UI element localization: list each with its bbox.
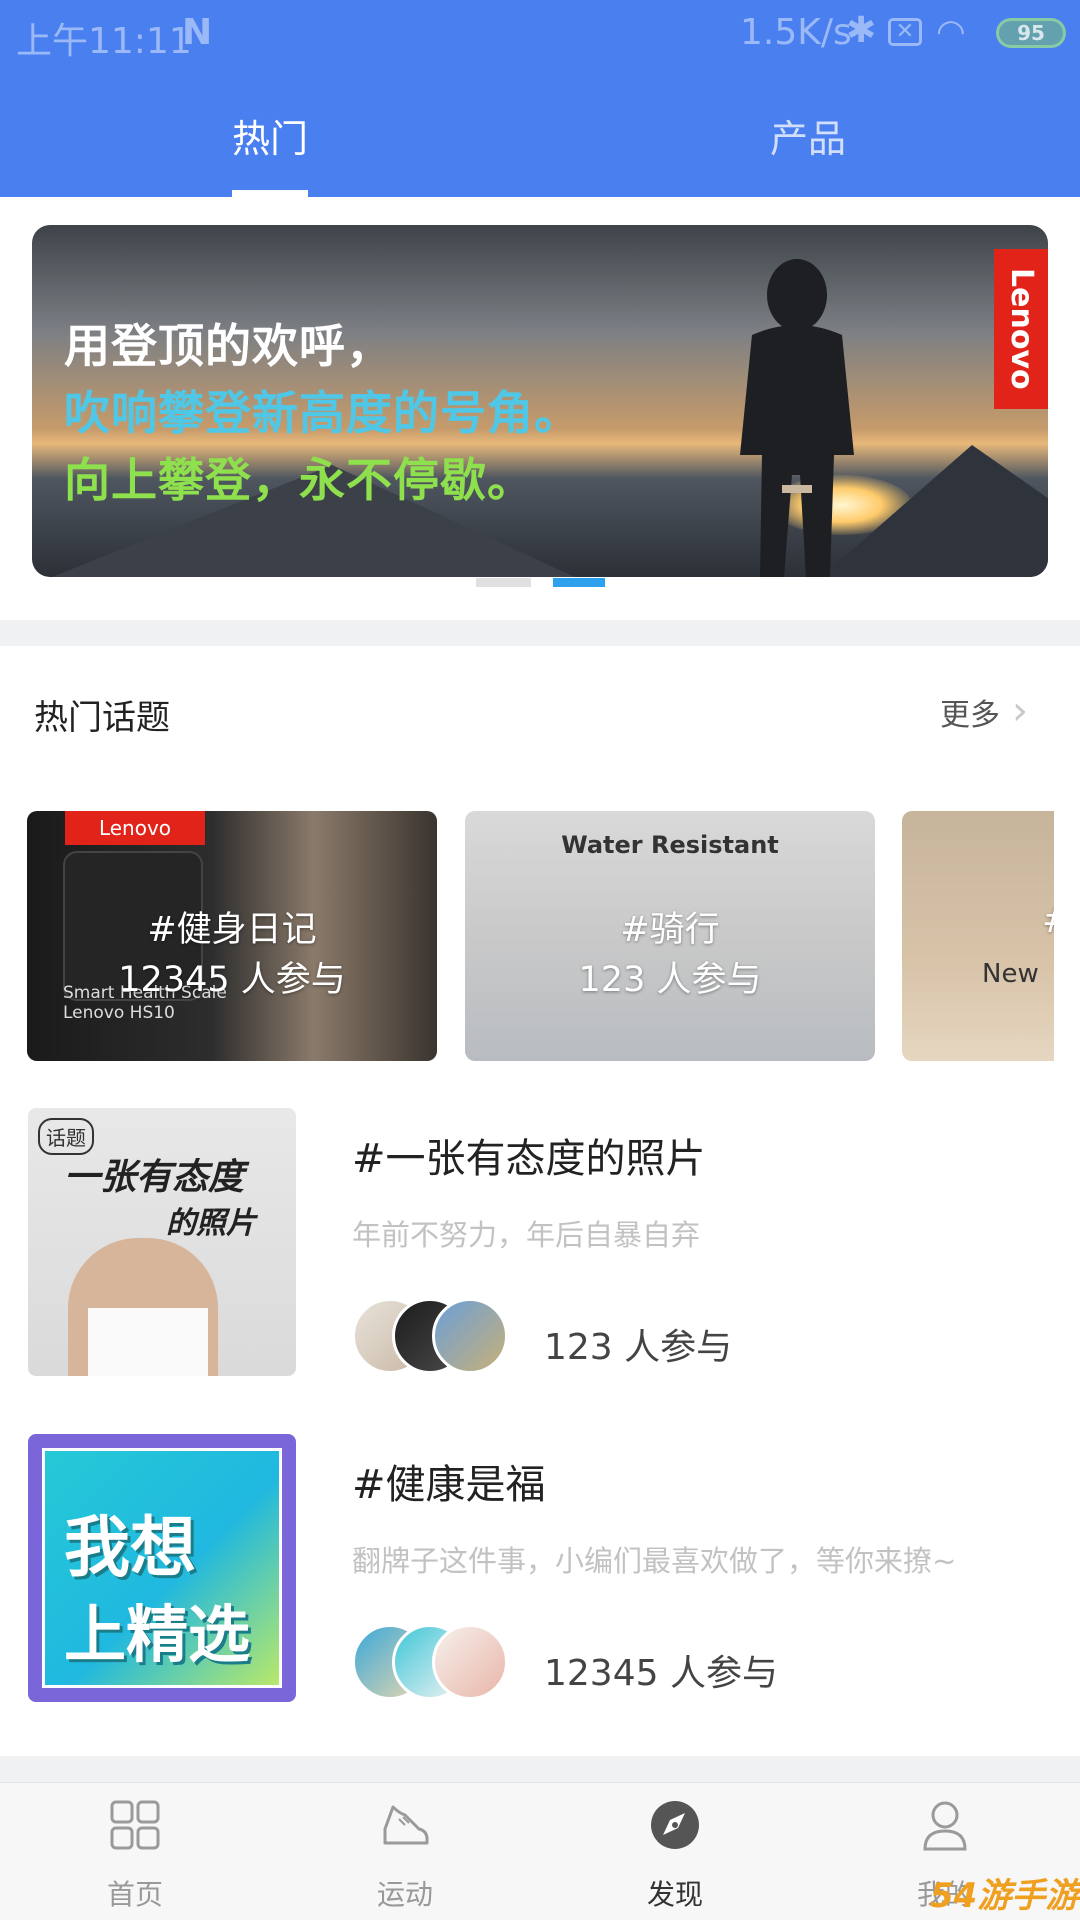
wifi-icon: ◠ (936, 12, 966, 52)
topic-card-fitness[interactable]: Lenovo Smart Health Scale Lenovo HS10 #健… (27, 811, 437, 1061)
topic-thumbnail[interactable]: 话题 一张有态度 的照片 (28, 1108, 296, 1376)
network-speed: 1.5K/s (740, 12, 852, 53)
lenovo-logo: Lenovo (65, 811, 205, 845)
lenovo-logo: Lenovo (994, 249, 1048, 409)
topic-description: 年前不努力，年后自暴自弃 (352, 1218, 701, 1252)
n-icon: N (182, 12, 213, 53)
chevron-right-icon[interactable]: › (1012, 688, 1028, 734)
topic-card-count: 123 人参与 (578, 960, 762, 1000)
banner-line-2: 吹响攀登新高度的号角。 (64, 386, 581, 440)
topic-card-cycling[interactable]: Water Resistant #骑行 123 人参与 (465, 811, 875, 1061)
nav-label: 运动 (376, 1878, 433, 1911)
compass-icon (651, 1801, 699, 1849)
topic-card-title: #骑行 (620, 910, 720, 950)
site-watermark: 54游手游网 (930, 1876, 1080, 1916)
nav-label: 发现 (646, 1878, 703, 1911)
thumb-text: 的照片 (166, 1206, 256, 1241)
topic-thumbnail[interactable]: 我想 上精选 (28, 1434, 296, 1702)
topic-card-count: 12345 人参与 (118, 960, 346, 1000)
avatar (432, 1624, 508, 1700)
app-header: 上午11:11 N 1.5K/s ✱ ✕ ◠ 95 热门 产品 (0, 0, 1080, 197)
battery-icon: 95 (996, 18, 1066, 48)
topic-card-title: #健身日记 (147, 910, 317, 950)
card-headline: Water Resistant (561, 831, 779, 859)
bottom-navigation: 首页 运动 发现 我的 (0, 1782, 1080, 1920)
thumb-text: 我想 (64, 1509, 196, 1586)
topic-title[interactable]: #一张有态度的照片 (352, 1126, 706, 1184)
carousel-dot-2-active[interactable] (553, 578, 605, 587)
more-link[interactable]: 更多 (940, 690, 1000, 734)
topic-card-partial[interactable]: # New (902, 811, 1054, 1061)
status-time: 上午11:11 (16, 21, 192, 62)
thumb-text: 一张有态度 (64, 1157, 245, 1198)
tab-hot[interactable]: 热门 (232, 108, 308, 163)
active-tab-indicator (232, 190, 308, 197)
thumb-text: 上精选 (64, 1598, 251, 1671)
topic-card-title: # (1042, 901, 1054, 941)
participant-count: 12345 人参与 (544, 1653, 778, 1694)
person-icon (923, 1801, 967, 1851)
topic-description: 翻牌子这件事，小编们最喜欢做了，等你来撩~ (352, 1544, 957, 1578)
x-box-icon: ✕ (888, 18, 922, 46)
climber-silhouette (740, 259, 854, 577)
card-headline: New (982, 959, 1039, 989)
avatar (432, 1298, 508, 1374)
status-bar: 上午11:11 N 1.5K/s ✱ ✕ ◠ 95 (0, 0, 1080, 70)
nav-item-sport[interactable]: 运动 (270, 1783, 540, 1920)
section-divider (0, 1756, 1080, 1782)
section-title-hot-topics: 热门话题 (34, 698, 170, 738)
topic-title[interactable]: #健康是福 (352, 1452, 546, 1510)
grid-icon (110, 1800, 160, 1850)
nav-item-discover[interactable]: 发现 (540, 1783, 810, 1920)
banner-line-1: 用登顶的欢呼， (64, 319, 393, 373)
participant-avatars (352, 1624, 512, 1700)
section-divider (0, 620, 1080, 646)
banner-line-3: 向上攀登，永不停歇。 (64, 453, 534, 507)
nav-item-home[interactable]: 首页 (0, 1783, 270, 1920)
participant-avatars (352, 1298, 512, 1374)
participant-count: 123 人参与 (544, 1327, 733, 1368)
nav-label: 首页 (106, 1878, 163, 1911)
promo-banner[interactable]: 用登顶的欢呼， 吹响攀登新高度的号角。 向上攀登，永不停歇。 Lenovo (32, 225, 1048, 577)
person-photo (88, 1308, 208, 1376)
tab-products[interactable]: 产品 (770, 108, 846, 163)
bluetooth-icon: ✱ (846, 10, 877, 51)
shoe-icon (383, 1805, 429, 1845)
carousel-dot-1[interactable] (476, 578, 531, 587)
